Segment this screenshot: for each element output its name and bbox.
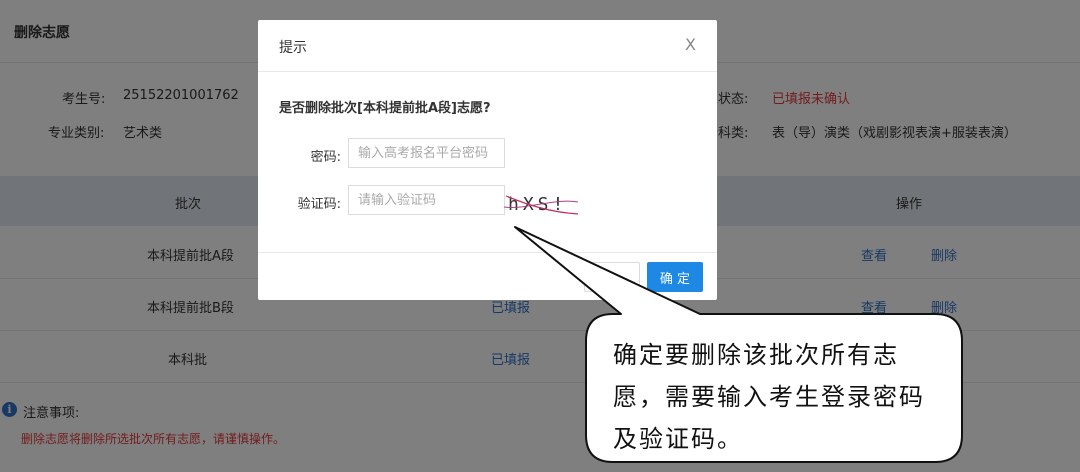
callout-text: 确定要删除该批次所有志 愿，需要输入考生登录密码 及验证码。 [613, 334, 943, 460]
callout-line: 确定要删除该批次所有志 [613, 341, 899, 369]
callout-line: 愿，需要输入考生登录密码 [613, 383, 925, 411]
callout-line: 及验证码。 [613, 425, 743, 453]
